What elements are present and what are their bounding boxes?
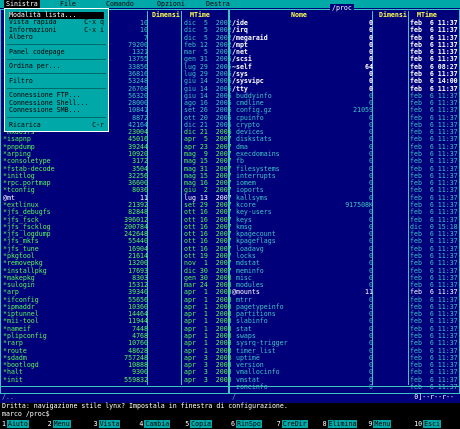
fkey-label: Elimina <box>327 420 358 428</box>
right-panel[interactable]: /proc Nome Dimensi MTime /ide 0 feb 6 11:3… <box>229 4 460 394</box>
menu-item-label: Connessione SMB... <box>9 105 81 114</box>
menu-item-shortcut: C-x i <box>84 25 104 34</box>
fkey-label: Aiuto <box>6 420 29 428</box>
right-col-size: Dimensi <box>379 11 407 19</box>
menu-item[interactable]: Connessione SMB... <box>9 105 104 114</box>
menu-item[interactable]: Panel codepage <box>9 47 104 56</box>
fkey-label: Esci <box>423 420 442 428</box>
fkey-1[interactable]: 1 Aiuto <box>2 420 29 428</box>
top-menu-destra[interactable]: Destra <box>204 0 232 8</box>
top-menu-comando[interactable]: Comando <box>104 0 136 8</box>
file-name: *init <box>3 375 23 384</box>
fkey-label: CreDir <box>281 420 308 428</box>
fkey-number: 10 <box>414 420 424 428</box>
right-scroll-indicator: 0]--r--r-- <box>414 393 454 401</box>
menu-separator <box>7 44 106 46</box>
menu-separator <box>7 117 106 119</box>
fkey-4[interactable]: 4 Cambia <box>139 420 171 428</box>
menu-item[interactable]: Ricarica C-r <box>9 120 104 129</box>
panel-status-line: /.. / 0]--r--r-- <box>2 393 458 401</box>
menu-item[interactable]: Albero <box>9 32 104 41</box>
menu-item-label: Filtro <box>9 76 33 85</box>
right-status: / <box>232 393 236 401</box>
menu-item-label: Panel codepage <box>9 47 65 56</box>
menu-separator <box>7 58 106 60</box>
fkey-2[interactable]: 2 Menu <box>47 420 71 428</box>
left-col-size: Dimensi <box>152 11 180 19</box>
left-file-row[interactable]: *init 559832 apr 3 2008 <box>3 375 232 384</box>
left-status: /.. <box>2 393 14 401</box>
fkey-label: Copia <box>190 420 213 428</box>
shell-prompt[interactable]: marco /proc$ <box>0 410 460 419</box>
file-mtime: apr 3 2008 <box>184 375 232 384</box>
top-menu-bar: Sinistra File Comando Opzioni Destra <box>0 0 460 8</box>
menu-separator <box>7 73 106 75</box>
fkey-9[interactable]: 9 Menu <box>368 420 392 428</box>
menu-item-label: Ricarica <box>9 120 41 129</box>
top-menu-sinistra[interactable]: Sinistra <box>4 0 40 8</box>
fkey-label: Cambia <box>144 420 171 428</box>
fkey-7[interactable]: 7 CreDir <box>276 420 308 428</box>
fkey-label: Menu <box>373 420 392 428</box>
fkey-10[interactable]: 10 Esci <box>414 420 442 428</box>
menu-item[interactable]: Ordina per... <box>9 63 104 70</box>
fkey-6[interactable]: 6 RinSpo <box>231 420 262 428</box>
menu-item-shortcut: C-r <box>92 120 104 129</box>
left-dropdown-menu[interactable]: Modalità lista... Vista rapida C-x q Inform… <box>4 8 109 132</box>
function-key-bar: 1 Aiuto 2 Menu 3 Vista 4 Cambia 5 Copia 6 RinSpo 7 Cr… <box>0 419 460 429</box>
fkey-5[interactable]: 5 Copia <box>185 420 213 428</box>
menu-item-label: Ordina per... <box>9 62 61 71</box>
fkey-label: Menu <box>52 420 71 428</box>
hint-line: Dritta: navigazione stile lynx? Impostal… <box>0 402 460 411</box>
fkey-8[interactable]: 8 Elimina <box>322 420 358 428</box>
fkey-label: RinSpo <box>235 420 262 428</box>
top-menu-opzioni[interactable]: Opzioni <box>155 0 187 8</box>
top-menu-file[interactable]: File <box>58 0 78 8</box>
right-panel-title: /proc <box>330 4 354 12</box>
fkey-number: 8 <box>322 420 328 428</box>
menu-separator <box>7 88 106 89</box>
menu-item[interactable]: Filtro <box>9 76 104 85</box>
fkey-number: 3 <box>93 420 99 428</box>
right-col-name: Nome <box>291 11 307 19</box>
file-size: 559832 <box>124 375 148 384</box>
menu-item-label: Albero <box>9 32 33 41</box>
fkey-label: Vista <box>98 420 121 428</box>
fkey-3[interactable]: 3 Vista <box>93 420 121 428</box>
right-panel-header: Nome Dimensi MTime <box>231 11 458 19</box>
